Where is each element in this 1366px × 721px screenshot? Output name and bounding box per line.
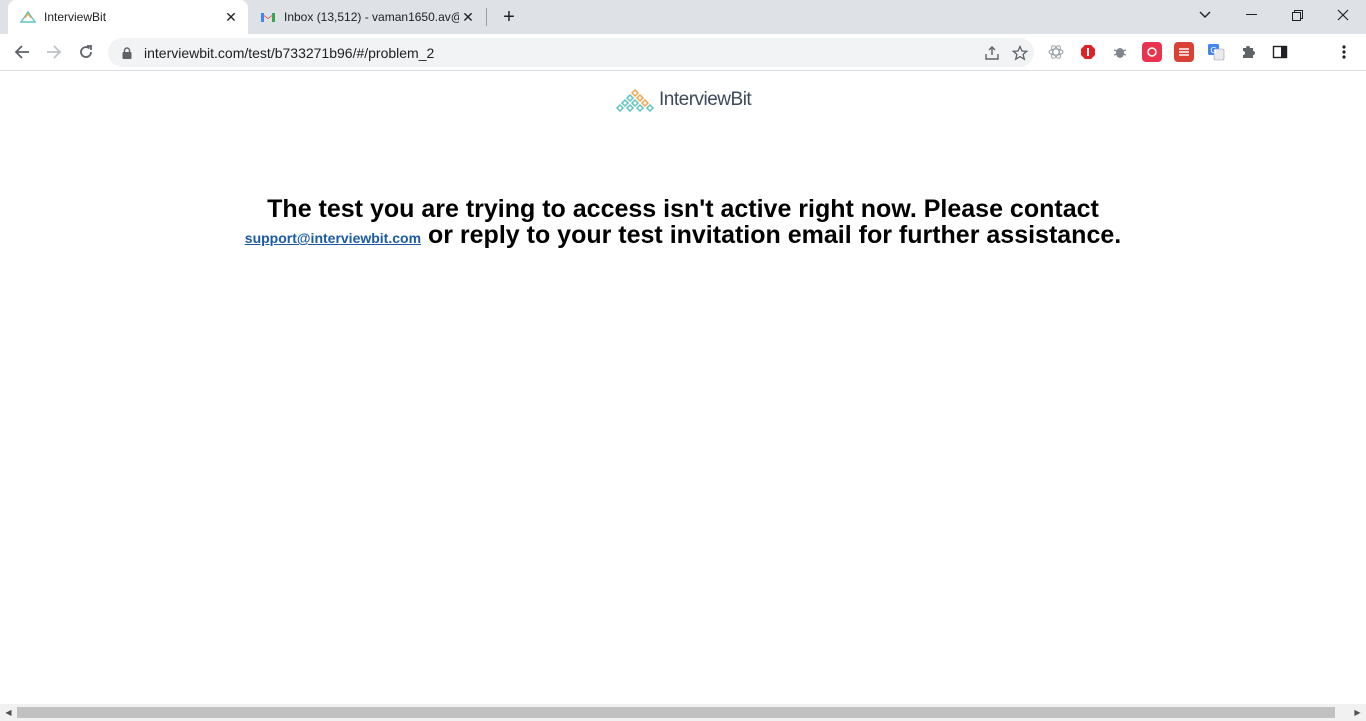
lock-icon[interactable] [120, 46, 134, 60]
interviewbit-logo[interactable]: InterviewBit [615, 86, 752, 114]
google-translate-icon[interactable]: G [1206, 42, 1226, 62]
tab-title: Inbox (13,512) - vaman1650.av@ [284, 10, 459, 24]
react-devtools-icon[interactable] [1046, 42, 1066, 62]
svg-text:G: G [1210, 46, 1216, 55]
forward-button[interactable] [40, 38, 68, 66]
minimize-button[interactable] [1228, 0, 1274, 30]
message-line-2: or reply to your test invitation email f… [421, 221, 1122, 249]
address-bar[interactable]: interviewbit.com/test/b733271b96/#/probl… [108, 38, 1034, 67]
share-icon[interactable] [978, 39, 1006, 67]
bookmark-star-icon[interactable] [1006, 39, 1034, 67]
scrollbar-thumb[interactable] [17, 707, 1335, 718]
interviewbit-favicon-icon [20, 9, 36, 25]
horizontal-scrollbar[interactable]: ◀ ▶ [0, 704, 1366, 721]
close-window-button[interactable] [1320, 0, 1366, 30]
scroll-left-arrow-icon[interactable]: ◀ [0, 704, 17, 721]
tab-divider [486, 8, 487, 26]
tab-strip: InterviewBit ✕ Inbox (13,512) - vaman165… [0, 0, 1366, 34]
message-line-1: The test you are trying to access isn't … [267, 195, 1099, 223]
gmail-icon [260, 9, 276, 25]
support-email-link[interactable]: support@interviewbit.com [245, 230, 421, 246]
tab-gmail-inbox[interactable]: Inbox (13,512) - vaman1650.av@ ✕ [250, 0, 485, 34]
close-tab-icon[interactable]: ✕ [459, 8, 477, 26]
tab-search-icon[interactable] [1182, 0, 1228, 30]
tab-interviewbit[interactable]: InterviewBit ✕ [8, 0, 248, 34]
restore-button[interactable] [1274, 0, 1320, 30]
scroll-right-arrow-icon[interactable]: ▶ [1349, 704, 1366, 721]
interviewbit-logo-icon [615, 88, 655, 112]
url-text[interactable]: interviewbit.com/test/b733271b96/#/probl… [144, 45, 978, 61]
close-tab-icon[interactable]: ✕ [222, 8, 240, 26]
browser-toolbar: interviewbit.com/test/b733271b96/#/probl… [0, 34, 1366, 98]
back-button[interactable] [8, 38, 36, 66]
bug-icon[interactable] [1110, 42, 1130, 62]
extensions-puzzle-icon[interactable] [1238, 42, 1258, 62]
reload-button[interactable] [72, 38, 100, 66]
side-panel-icon[interactable] [1270, 42, 1290, 62]
tab-title: InterviewBit [44, 10, 107, 24]
todoist-icon[interactable] [1174, 42, 1194, 62]
new-tab-button[interactable]: + [498, 6, 520, 28]
tomato-timer-icon[interactable] [1142, 42, 1162, 62]
adblock-icon[interactable] [1078, 42, 1098, 62]
inactive-test-message: The test you are trying to access isn't … [0, 196, 1366, 251]
page-content: InterviewBit The test you are trying to … [0, 72, 1366, 704]
logo-wordmark: InterviewBit [659, 89, 752, 110]
kebab-menu-icon[interactable] [1334, 42, 1354, 62]
